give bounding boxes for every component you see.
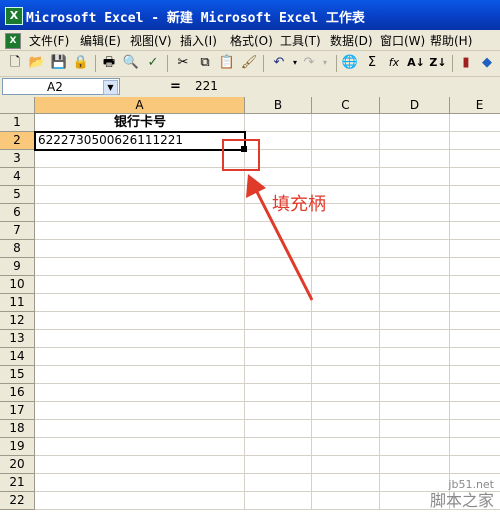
annotation-arrow [246, 174, 314, 301]
watermark-name: 脚本之家 [429, 491, 494, 510]
fill-handle-callout: 填充柄 [272, 194, 326, 215]
